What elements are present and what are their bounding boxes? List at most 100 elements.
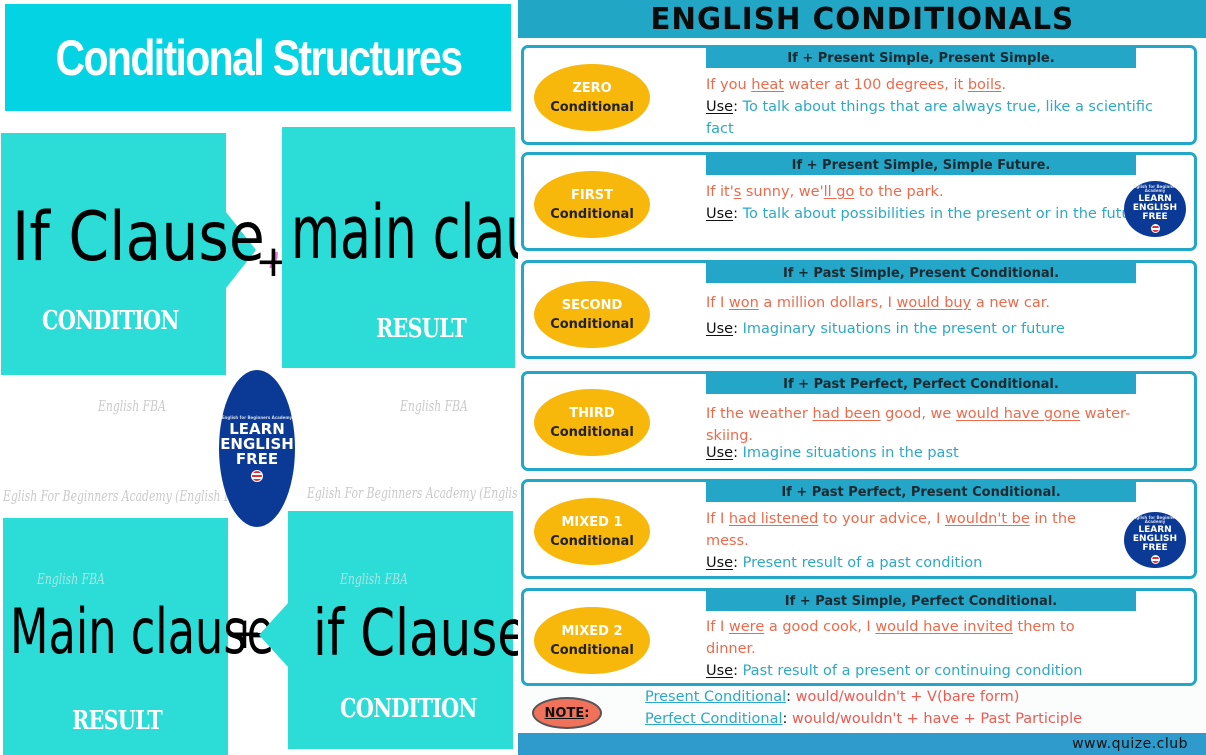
conditional-label: Conditional (550, 206, 634, 222)
conditional-label: Conditional (550, 316, 634, 332)
if-clause-text: If Clause, (12, 198, 284, 277)
conditional-label: Conditional (550, 424, 634, 440)
badge-tagline: English for Beginners Academy (1130, 515, 1180, 524)
example-text: If it' (706, 184, 734, 200)
example-text: to the park. (854, 184, 944, 200)
watermark: English FBA (98, 397, 166, 415)
use-label: Use (706, 206, 734, 222)
flag-emblem-icon (1150, 555, 1160, 564)
colon: : (733, 99, 743, 115)
note-badge: NOTE: (532, 697, 602, 729)
use-label: Use (706, 321, 734, 337)
conditional-type: ZERO (572, 80, 612, 96)
conditional-card-second: If + Past Simple, Present Conditional. SE… (521, 260, 1197, 359)
note-line-present: Present Conditional: would/wouldn't + V(… (645, 689, 1020, 705)
example-sentence: If it's sunny, we'll go to the park. (706, 181, 1126, 203)
colon: : (733, 663, 743, 679)
conditional-type: SECOND (561, 297, 623, 313)
use-label: Use (706, 445, 734, 461)
usage-description: Use: Imaginary situations in the present… (706, 318, 1176, 340)
highlighted-verb: would have gone (955, 406, 1081, 422)
badge-line: FREE (1142, 212, 1168, 222)
highlighted-verb: had been (812, 406, 881, 422)
formula-bar: If + Past Simple, Perfect Conditional. (706, 591, 1136, 611)
example-text: a good cook, I (764, 619, 876, 635)
condition-tag-2: CONDITION (340, 694, 477, 724)
note-term: Perfect Conditional (645, 711, 783, 727)
watermark: English FBA (340, 570, 408, 588)
conditional-card-zero: If + Present Simple, Present Simple. ZERO… (521, 45, 1197, 145)
example-text: . (1001, 77, 1007, 93)
condition-tag: CONDITION (42, 306, 179, 336)
conditional-type: MIXED 2 (561, 623, 623, 639)
highlighted-verb: boils (967, 77, 1002, 93)
example-text: to your advice, I (818, 511, 945, 527)
conditional-type-badge: FIRST Conditional (534, 171, 650, 238)
example-text: If you (706, 77, 752, 93)
use-text: Past result of a present or continuing c… (742, 663, 1083, 679)
conditional-label: Conditional (550, 642, 634, 658)
use-text: Imaginary situations in the present or f… (742, 321, 1065, 337)
use-label: Use (706, 555, 734, 571)
example-sentence: If you heat water at 100 degrees, it boi… (706, 74, 1176, 96)
use-label: Use (706, 99, 734, 115)
website-link[interactable]: www.quize.club (1072, 736, 1188, 752)
conditional-type-badge: THIRD Conditional (534, 389, 650, 456)
usage-description: Use: Present result of a past condition (706, 552, 1166, 574)
conditional-type-badge: MIXED 1 Conditional (534, 498, 650, 565)
highlighted-verb: heat (751, 77, 784, 93)
badge-tagline: English for Beginners Academy (221, 414, 293, 420)
highlighted-verb: won (728, 295, 759, 311)
example-sentence: If I won a million dollars, I would buy … (706, 292, 1176, 314)
use-text: To talk about possibilities in the prese… (742, 206, 1146, 222)
example-sentence: If I had listened to your advice, I woul… (706, 508, 1096, 552)
highlighted-verb: wouldn't be (945, 511, 1030, 527)
example-text: If the weather (706, 406, 813, 422)
example-text: a million dollars, I (758, 295, 897, 311)
use-text: To talk about things that are always tru… (706, 99, 1153, 137)
formula-bar: If + Present Simple, Simple Future. (706, 155, 1136, 175)
flag-emblem-icon (1150, 224, 1160, 233)
header-bar: ENGLISH CONDITIONALS (518, 0, 1206, 38)
flag-emblem-icon (251, 469, 263, 482)
note-label: NOTE (544, 705, 585, 721)
conditional-type: FIRST (571, 187, 613, 203)
conditional-type-badge: MIXED 2 Conditional (534, 607, 650, 674)
example-text: If I (706, 295, 729, 311)
use-text: Present result of a past condition (742, 555, 983, 571)
conditional-type-badge: SECOND Conditional (534, 281, 650, 348)
example-text: If I (706, 511, 729, 527)
colon: : (733, 206, 743, 222)
badge-line: FREE (1142, 543, 1168, 553)
header-title: ENGLISH CONDITIONALS (650, 1, 1074, 37)
watermark: Eglish For Beginners Academy (English FB… (3, 487, 252, 505)
use-label: Use (706, 663, 734, 679)
highlighted-verb: had listened (728, 511, 819, 527)
conditional-card-mixed-1: If + Past Perfect, Present Conditional. M… (521, 479, 1197, 579)
conditional-label: Conditional (550, 533, 634, 549)
note-text: would/wouldn't + V(bare form) (791, 689, 1020, 705)
english-conditionals-panel: ENGLISH CONDITIONALS If + Present Simple… (518, 0, 1206, 755)
example-sentence: If the weather had been good, we would h… (706, 403, 1146, 447)
formula-bar: If + Past Simple, Present Conditional. (706, 263, 1136, 283)
example-text: If I (706, 619, 729, 635)
example-text: water at 100 degrees, it (783, 77, 968, 93)
watermark: English FBA (37, 570, 105, 588)
result-tag: RESULT (376, 314, 467, 344)
colon: : (733, 555, 743, 571)
conditional-card-first: If + Present Simple, Simple Future. FIRST… (521, 152, 1197, 251)
usage-description: Use: Imagine situations in the past (706, 442, 1166, 464)
badge-line: FREE (235, 449, 279, 468)
colon: : (733, 445, 743, 461)
example-text: sunny, we' (741, 184, 824, 200)
note-line-perfect: Perfect Conditional: would/wouldn't + ha… (645, 711, 1083, 727)
result-tag-2: RESULT (72, 706, 163, 736)
badge-tagline: English for Beginners Academy (1130, 184, 1180, 193)
usage-description: Use: To talk about things that are alway… (706, 96, 1166, 140)
note-term: Present Conditional (645, 689, 787, 705)
example-text: a new car. (971, 295, 1050, 311)
formula-bar: If + Past Perfect, Present Conditional. (706, 482, 1136, 502)
note-text: would/wouldn't + have + Past Participle (787, 711, 1083, 727)
use-text: Imagine situations in the past (742, 445, 959, 461)
highlighted-verb: would buy (896, 295, 972, 311)
